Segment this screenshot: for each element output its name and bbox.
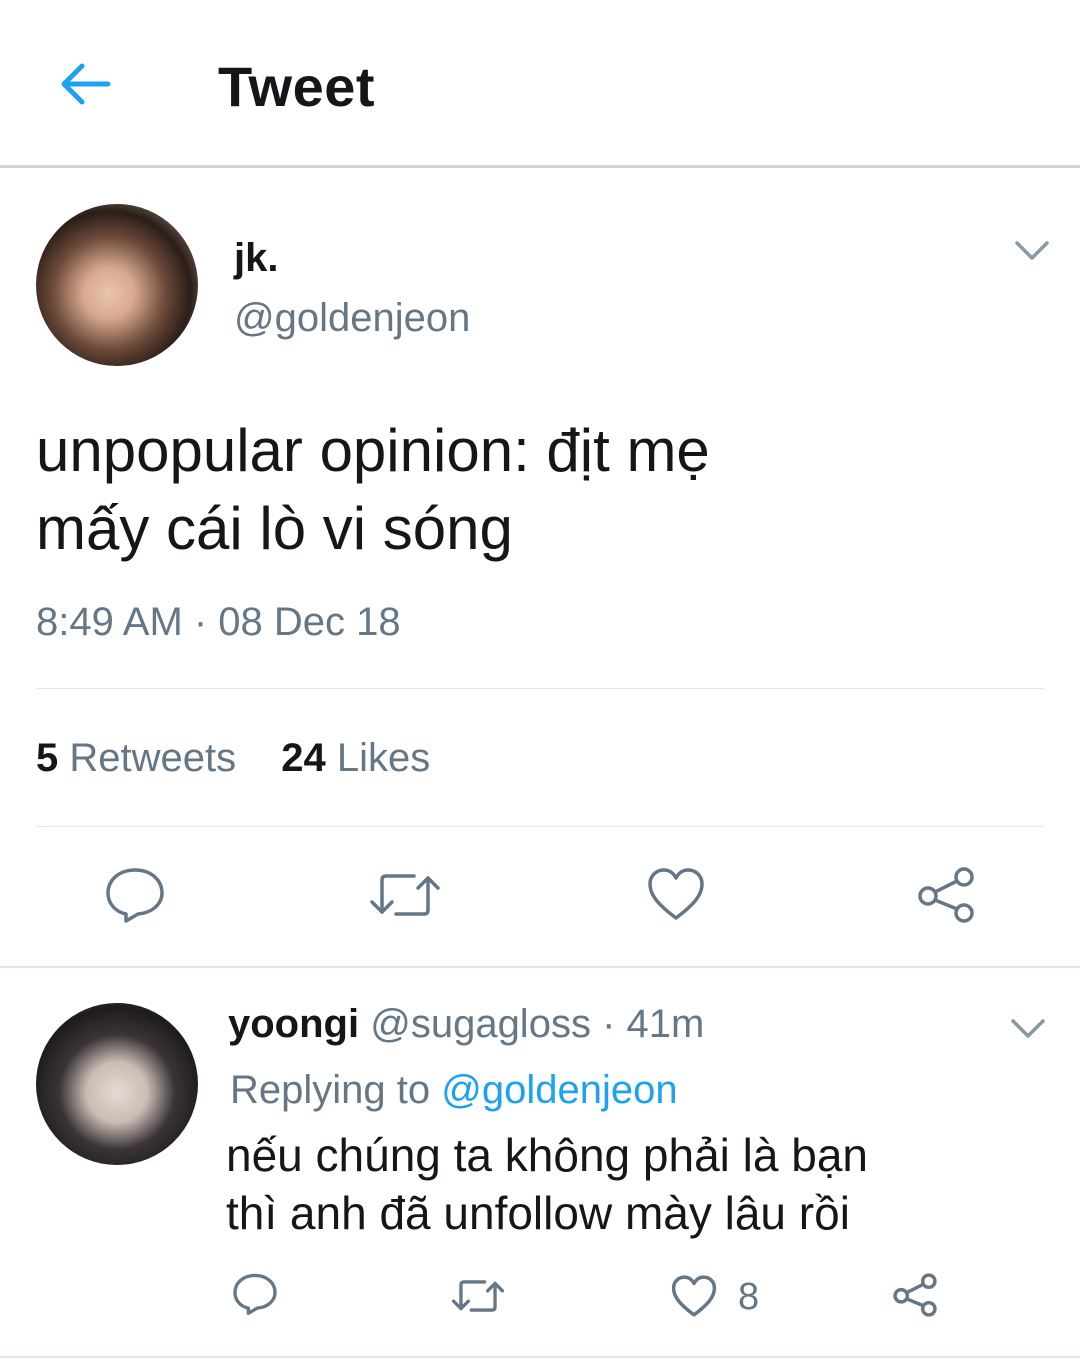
retweets-label: Retweets (69, 736, 237, 780)
author-handle[interactable]: @goldenjeon (234, 296, 470, 341)
chevron-down-icon[interactable] (1010, 1018, 1046, 1040)
reply-display-name[interactable]: yoongi (228, 1002, 359, 1046)
reply-text: nếu chúng ta không phải là bạn thì anh đ… (226, 1126, 1026, 1242)
reply-text-line: thì anh đã unfollow mày lâu rồi (226, 1187, 850, 1239)
replying-to-mention[interactable]: @goldenjeon (441, 1068, 677, 1112)
tweet-text-line: mấy cái lò vi sóng (36, 495, 513, 562)
reply-header: yoongi @sugagloss · 41m (228, 1002, 704, 1047)
replying-to-label: Replying to (230, 1068, 431, 1112)
tweet-timestamp: 8:49 AM · 08 Dec 18 (36, 600, 401, 644)
reply-icon[interactable] (104, 866, 166, 924)
share-icon[interactable] (892, 1272, 938, 1318)
bottom-separator (0, 1356, 1080, 1358)
author-avatar[interactable] (36, 204, 198, 366)
section-separator (0, 966, 1080, 968)
back-arrow-icon[interactable] (56, 58, 116, 110)
page-title: Tweet (218, 55, 376, 118)
reply-handle[interactable]: @sugagloss (370, 1002, 591, 1046)
likes-count: 24 (281, 736, 326, 780)
divider (36, 688, 1044, 689)
replying-to: Replying to @goldenjeon (230, 1068, 678, 1113)
share-icon[interactable] (916, 866, 976, 924)
reply-text-line: nếu chúng ta không phải là bạn (226, 1129, 868, 1181)
divider (36, 826, 1044, 827)
retweets-count: 5 (36, 736, 59, 780)
chevron-down-icon[interactable] (1014, 240, 1050, 262)
likes-label: Likes (336, 736, 431, 780)
retweet-icon[interactable] (452, 1276, 504, 1316)
reply-author-avatar[interactable] (36, 1003, 198, 1165)
retweet-icon[interactable] (370, 868, 440, 922)
retweets-stat[interactable]: 5 Retweets (36, 736, 236, 781)
tweet-stats: 5 Retweets 24 Likes (36, 736, 430, 781)
tweet-text: unpopular opinion: địt mẹ mấy cái lò vi … (36, 412, 1036, 568)
heart-icon[interactable] (670, 1274, 718, 1318)
top-bar: Tweet (0, 0, 1080, 168)
reply-time: · 41m (602, 1002, 705, 1046)
heart-icon[interactable] (646, 866, 706, 922)
reply-icon[interactable] (232, 1272, 278, 1316)
tweet-text-line: unpopular opinion: địt mẹ (36, 417, 710, 484)
likes-stat[interactable]: 24 Likes (281, 736, 430, 781)
author-display-name[interactable]: jk. (234, 236, 278, 281)
reply-like-count: 8 (738, 1276, 760, 1318)
